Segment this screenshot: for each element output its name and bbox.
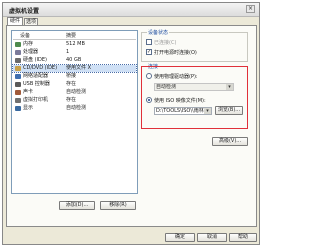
device-summary: 存在 [66,81,77,87]
window-title: 虚拟机设置 [9,8,40,15]
header-divider [13,39,136,40]
device-row[interactable]: 硬盘 (IDE) 40 GB [13,57,136,64]
cancel-button[interactable]: 取消 [197,233,227,242]
connected-label: 已连接(C) [154,40,177,46]
virtual-machine-settings-window: 虚拟机设置 × 硬件 选项 设备 摘要 内存 512 MB 处理器 1 硬盘 (IDE)… [2,2,260,245]
device-list[interactable]: 设备 摘要 内存 512 MB 处理器 1 硬盘 (IDE) 40 GB CD/DVD (I… [11,30,138,194]
device-row[interactable]: 内存 512 MB [13,41,136,48]
hardware-tab-panel: 设备 摘要 内存 512 MB 处理器 1 硬盘 (IDE) 40 GB CD/DVD (I… [6,25,257,227]
device-summary: 自动检测 [66,89,87,95]
device-summary: 40 GB [66,57,82,63]
device-name: CD/DVD (IDE) [23,65,58,71]
device-row[interactable]: 声卡 自动检测 [13,89,136,96]
device-name: 硬盘 (IDE) [23,57,47,63]
device-summary: 512 MB [66,41,85,47]
advanced-button[interactable]: 高级(V)... [212,137,248,146]
add-button[interactable]: 添加(D)... [59,201,95,210]
device-row[interactable]: USB 控制器 存在 [13,81,136,88]
column-header-device[interactable]: 设备 [20,32,30,39]
device-summary: 存在 [66,97,77,103]
device-row[interactable]: 网络适配器 桥接 [13,73,136,80]
memory-icon [15,42,21,47]
ok-button[interactable]: 确定 [165,233,195,242]
device-name: 虚拟打印机 [23,97,49,103]
device-summary: 桥接 [66,73,77,79]
connect-at-power-on-checkbox[interactable]: ✓ [146,49,152,55]
device-row[interactable]: 虚拟打印机 存在 [13,97,136,104]
close-button[interactable]: × [246,5,255,13]
device-summary: 自动检测 [66,105,87,111]
device-name: 声卡 [23,89,34,95]
device-name: 内存 [23,41,34,47]
device-row[interactable]: CD/DVD (IDE) 使用文件 X [12,64,137,73]
printer-icon [15,98,21,103]
display-icon [15,106,21,111]
usb-icon [15,82,21,87]
device-name: USB 控制器 [23,81,50,87]
device-summary: 使用文件 X [66,65,92,71]
network-icon [15,74,21,79]
cd-dvd-icon [15,66,21,71]
device-status-group: 设备状态 已连接(C) ✓ 打开电源时连接(O) [141,29,248,62]
highlight-frame [141,66,248,129]
device-row[interactable]: 处理器 1 [13,49,136,56]
hard-disk-icon [15,58,21,63]
device-name: 网络适配器 [23,73,49,79]
remove-button[interactable]: 移除(R) [100,201,136,210]
sound-icon [15,90,21,95]
device-status-title: 设备状态 [147,29,170,36]
cpu-icon [15,50,21,55]
title-bar: 虚拟机设置 × [3,3,259,17]
help-button[interactable]: 帮助 [229,233,257,242]
column-header-summary[interactable]: 摘要 [66,32,76,39]
device-summary: 1 [66,49,70,55]
connected-checkbox[interactable] [146,39,152,45]
device-name: 处理器 [23,49,39,55]
device-name: 显示 [23,105,34,111]
connect-at-power-on-label: 打开电源时连接(O) [154,50,197,56]
device-row[interactable]: 显示 自动检测 [13,105,136,112]
